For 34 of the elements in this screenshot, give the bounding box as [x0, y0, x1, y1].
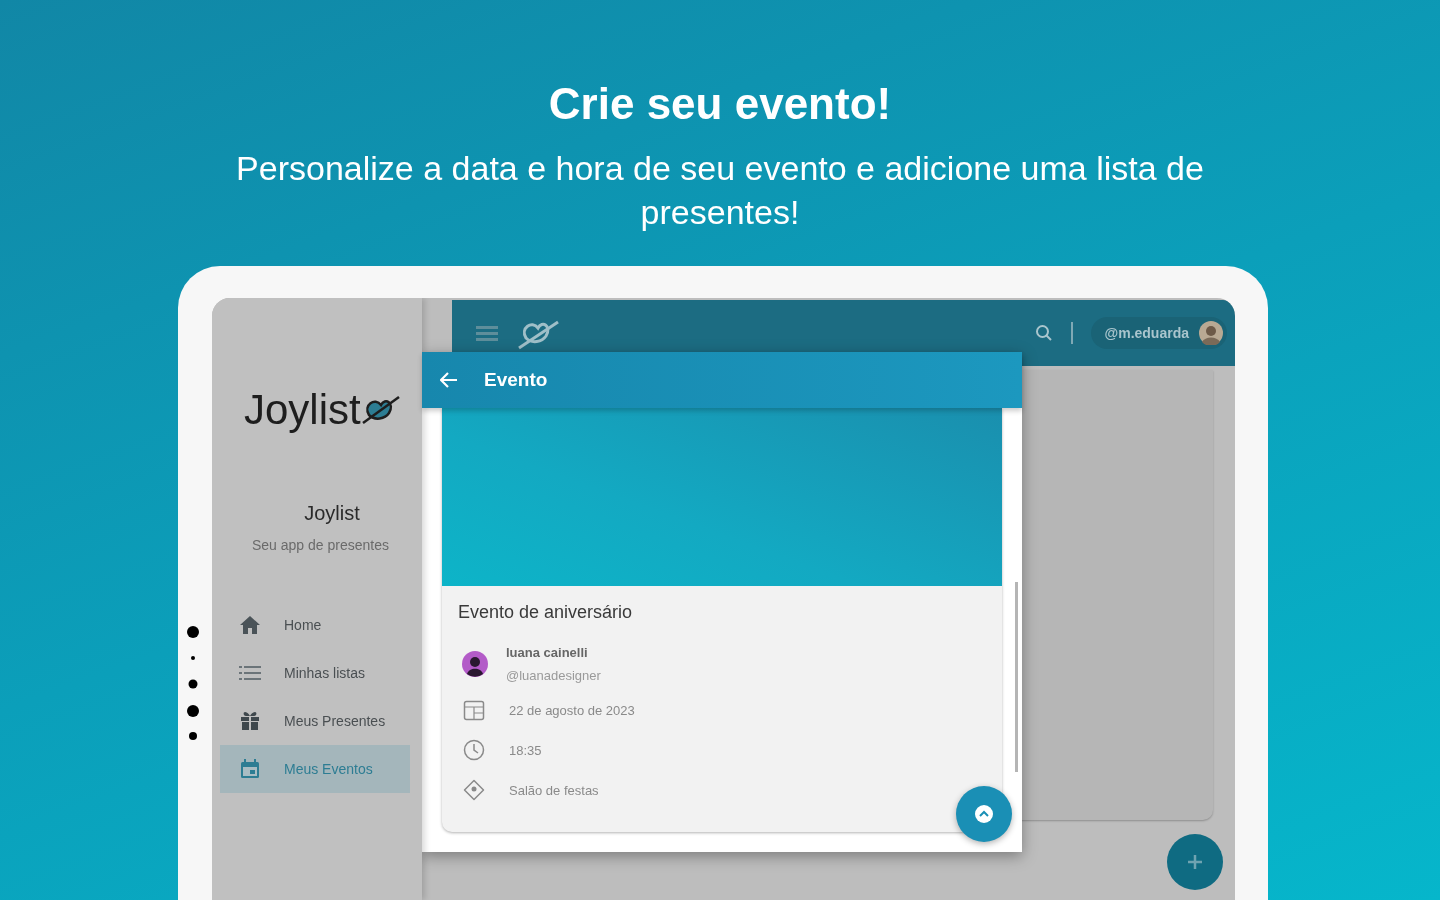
- organizer-name: luana cainelli: [506, 645, 589, 660]
- scroll-up-button[interactable]: [956, 786, 1012, 842]
- plus-icon: [1187, 854, 1203, 870]
- clock-icon: [463, 739, 485, 761]
- headline: Crie seu evento!: [548, 78, 892, 130]
- logo-text: Joylist: [244, 386, 361, 434]
- nav-item[interactable]: Minhas listas: [220, 649, 410, 697]
- event-place: Salão de festas: [509, 782, 599, 798]
- event-time: 18:35: [509, 742, 542, 758]
- nav-item[interactable]: Meus Presentes: [220, 697, 410, 745]
- home-icon: [239, 615, 261, 635]
- app-tagline: Seu app de presentes: [252, 537, 390, 553]
- event-date: 22 de agosto de 2023: [509, 702, 635, 718]
- avatar-icon: [1199, 321, 1223, 345]
- avatar-icon: [462, 651, 488, 677]
- menu-icon[interactable]: [476, 325, 498, 341]
- back-arrow-icon[interactable]: [440, 372, 458, 388]
- user-chip[interactable]: @m.eduarda: [1090, 317, 1227, 349]
- organizer-handle: @luanadesigner: [506, 668, 601, 683]
- location-icon: [463, 779, 485, 801]
- calendar-icon: [463, 699, 485, 721]
- nav-item[interactable]: Home: [220, 601, 410, 649]
- search-icon[interactable]: [1034, 324, 1053, 342]
- list-icon: [239, 665, 261, 681]
- app-name: Joylist: [303, 502, 361, 525]
- dialog-title: Evento: [484, 369, 548, 391]
- calendar-icon: [240, 759, 260, 779]
- add-button[interactable]: [1167, 834, 1223, 890]
- knot-logo-icon: [360, 393, 401, 427]
- scrollbar[interactable]: [1015, 582, 1018, 772]
- gift-icon: [240, 711, 260, 731]
- subtitle: Personalize a data e hora de seu evento e adicione uma lista de presentes!: [235, 148, 1205, 233]
- event-name: Evento de aniversário: [458, 602, 633, 623]
- chevron-up-icon: [975, 805, 993, 823]
